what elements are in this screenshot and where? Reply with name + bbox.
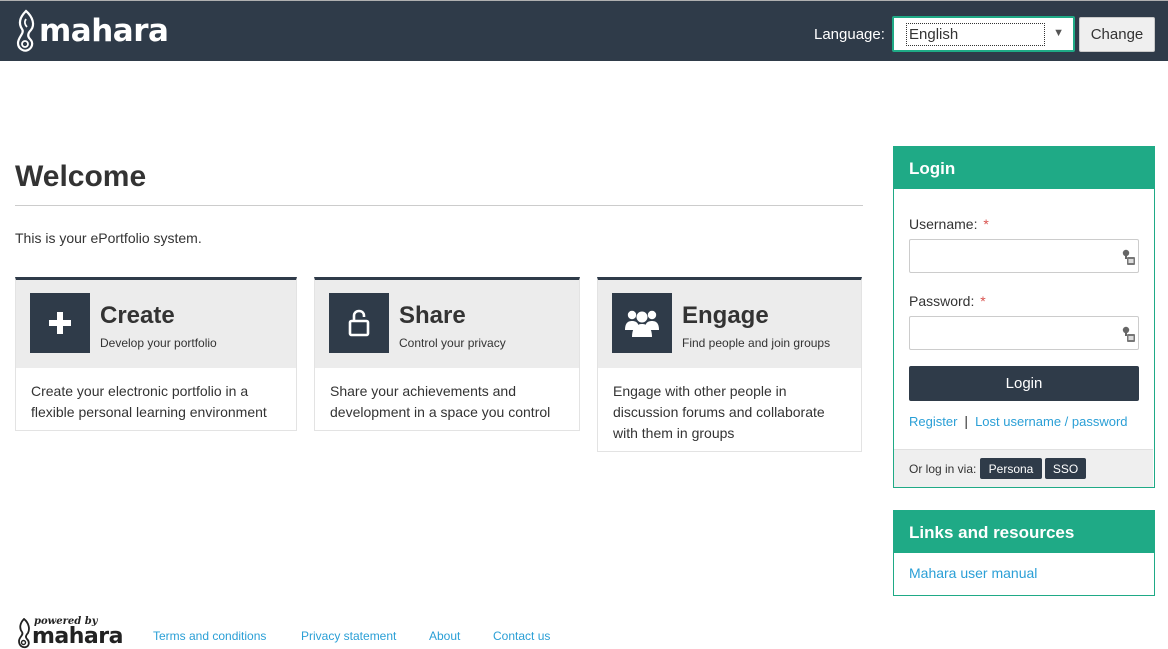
card-icon-box — [612, 293, 672, 353]
logo-text: mahara — [39, 13, 169, 49]
password-label: Password: * — [909, 293, 986, 309]
language-select[interactable]: English ▼ — [892, 16, 1075, 52]
privacy-link[interactable]: Privacy statement — [301, 629, 396, 643]
card-body: Share your achievements and development … — [330, 383, 551, 420]
create-card[interactable]: Create Develop your portfolio Create you… — [15, 277, 297, 431]
mahara-logo-mark-icon — [16, 9, 35, 52]
footer-link-contact[interactable]: Contact us — [493, 629, 550, 643]
persona-login-button[interactable]: Persona — [980, 458, 1042, 479]
contact-link[interactable]: Contact us — [493, 629, 550, 643]
chevron-down-icon: ▼ — [1053, 27, 1064, 39]
register-link[interactable]: Register — [909, 414, 957, 429]
password-manager-key-icon[interactable] — [1121, 326, 1135, 342]
username-label-text: Username: — [909, 216, 978, 232]
card-title: Share — [399, 302, 466, 329]
footer-link-privacy[interactable]: Privacy statement — [301, 629, 396, 643]
title-divider — [15, 205, 863, 206]
resources-panel-title: Links and resources — [894, 511, 1154, 553]
page-title: Welcome — [15, 160, 147, 193]
plus-icon — [49, 312, 71, 334]
login-button[interactable]: Login — [909, 366, 1139, 401]
language-selected-value: English — [906, 23, 1045, 46]
mahara-logo-mark-icon — [18, 618, 30, 649]
external-login-bar: Or log in via: Persona SSO — [894, 449, 1153, 487]
card-body: Create your electronic portfolio in a fl… — [31, 383, 267, 420]
card-title: Create — [100, 302, 175, 329]
card-subtitle: Control your privacy — [399, 336, 506, 350]
terms-link[interactable]: Terms and conditions — [153, 629, 266, 643]
powered-logo-text: mahara — [32, 624, 123, 649]
intro-text: This is your ePortfolio system. — [15, 230, 202, 246]
card-subtitle: Develop your portfolio — [100, 336, 217, 350]
language-label: Language: — [814, 26, 885, 43]
footer-link-about[interactable]: About — [429, 629, 460, 643]
card-header: Create Develop your portfolio — [16, 280, 296, 368]
card-header: Share Control your privacy — [315, 280, 579, 368]
password-manager-key-icon[interactable] — [1121, 249, 1135, 265]
engage-card[interactable]: Engage Find people and join groups Engag… — [597, 277, 862, 452]
change-language-button[interactable]: Change — [1079, 17, 1155, 52]
site-header: mahara Language: English ▼ Change — [0, 0, 1168, 61]
users-icon — [625, 310, 659, 337]
sso-login-button[interactable]: SSO — [1045, 458, 1086, 479]
external-login-label: Or log in via: — [909, 462, 977, 476]
lost-password-link[interactable]: Lost username / password — [975, 414, 1127, 429]
link-separator: | — [964, 413, 969, 429]
unlock-icon — [348, 309, 370, 337]
login-links: Register | Lost username / password — [909, 413, 1128, 429]
required-mark: * — [983, 216, 989, 232]
login-panel: Login Username: * Password: * Login Regi… — [893, 146, 1155, 488]
card-body: Engage with other people in discussion f… — [613, 383, 825, 441]
required-mark: * — [980, 293, 986, 309]
password-label-text: Password: — [909, 293, 975, 309]
username-input[interactable] — [909, 239, 1139, 273]
card-subtitle: Find people and join groups — [682, 336, 831, 350]
footer-link-terms[interactable]: Terms and conditions — [153, 629, 266, 643]
card-icon-box — [329, 293, 389, 353]
resources-panel: Links and resources Mahara user manual — [893, 510, 1155, 596]
about-link[interactable]: About — [429, 629, 460, 643]
mahara-logo[interactable]: mahara — [14, 9, 169, 53]
share-card[interactable]: Share Control your privacy Share your ac… — [314, 277, 580, 431]
card-title: Engage — [682, 302, 769, 329]
password-input[interactable] — [909, 316, 1139, 350]
card-icon-box — [30, 293, 90, 353]
username-label: Username: * — [909, 216, 989, 232]
powered-by-mahara-logo[interactable]: powered by mahara — [16, 616, 123, 649]
card-header: Engage Find people and join groups — [598, 280, 861, 368]
user-manual-link[interactable]: Mahara user manual — [909, 565, 1037, 581]
login-panel-title: Login — [894, 147, 1154, 189]
